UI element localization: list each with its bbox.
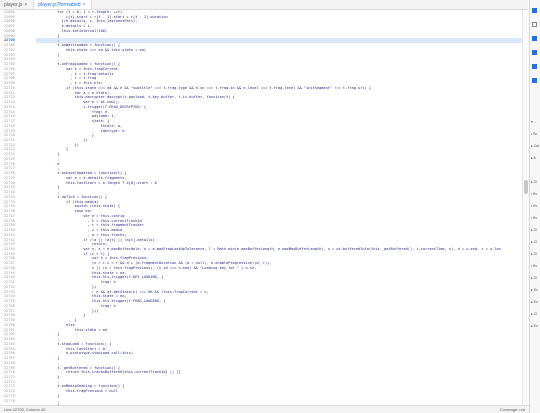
scope-item[interactable]: ▸ Cl <box>531 276 537 280</box>
cursor-position: Line 22700, Column 40 <box>4 407 46 412</box>
scope-item[interactable]: ▾ ... <box>531 120 536 124</box>
editor-tab-bar: player.js × player.js?formatted × <box>0 0 528 10</box>
close-icon[interactable]: × <box>24 2 27 8</box>
code-editor[interactable]: 22694 22695 22696 22697 22698 22699 22700 22701… <box>0 10 522 405</box>
breakpoint-checkbox[interactable] <box>532 50 537 55</box>
line-number[interactable]: 22776 <box>4 399 15 404</box>
debugger-side-panel: ▾ ... • Sc ▸ Cal ▸ A ▸ Cl • Ev • Ev • Ev ▸ Cl ▸ … <box>529 0 540 413</box>
scope-item[interactable]: • Ev <box>531 204 537 208</box>
status-bar: Line 22700, Column 40 Coverage: n/a <box>0 405 529 413</box>
breakpoint-checkbox[interactable] <box>532 22 537 27</box>
breakpoint-checkbox[interactable] <box>532 64 537 69</box>
scope-item[interactable]: • Sc <box>531 132 537 136</box>
code-area[interactable]: for (t = 0; t < r.length; ++t) r[t].star… <box>40 10 522 405</box>
close-icon[interactable]: × <box>83 2 86 8</box>
code-line: return this.tracksBuffered[this.currentT… <box>40 370 181 375</box>
breakpoint-checkbox[interactable] <box>532 8 537 13</box>
scope-item[interactable]: • Ev <box>531 192 537 196</box>
scope-item[interactable]: ▸ Cl <box>531 228 537 232</box>
scope-item[interactable]: ▸ Ev <box>531 300 538 304</box>
scope-item[interactable]: • Ev <box>531 216 537 220</box>
breakpoint-checkbox[interactable] <box>532 78 537 83</box>
scope-item[interactable]: ▸ Cl <box>531 240 537 244</box>
vertical-scrollbar[interactable] <box>522 10 529 405</box>
tab-player-js-formatted[interactable]: player.js?formatted × <box>34 0 93 9</box>
scope-item[interactable]: ▸ Ev <box>531 324 538 328</box>
tab-player-js[interactable]: player.js × <box>0 0 35 9</box>
tab-label: player.js?formatted <box>38 1 81 8</box>
tab-label: player.js <box>4 1 23 8</box>
scope-item[interactable]: ▸ Cl <box>531 252 537 256</box>
scope-item[interactable]: ▸ Sc <box>531 288 538 292</box>
scrollbar-thumb[interactable] <box>524 180 528 194</box>
scope-item[interactable]: ▸ Cl <box>531 312 537 316</box>
scope-item[interactable]: • Ev <box>531 264 537 268</box>
breakpoint-checkbox[interactable] <box>532 36 537 41</box>
coverage-status: Coverage: n/a <box>499 407 525 412</box>
scope-item[interactable]: ▸ A <box>531 156 536 160</box>
line-number-gutter[interactable]: 22694 22695 22696 22697 22698 22699 22700 22701… <box>0 10 36 405</box>
scope-item[interactable]: ▸ Cal <box>531 144 539 148</box>
scope-item[interactable]: ▸ Cl <box>531 180 537 184</box>
